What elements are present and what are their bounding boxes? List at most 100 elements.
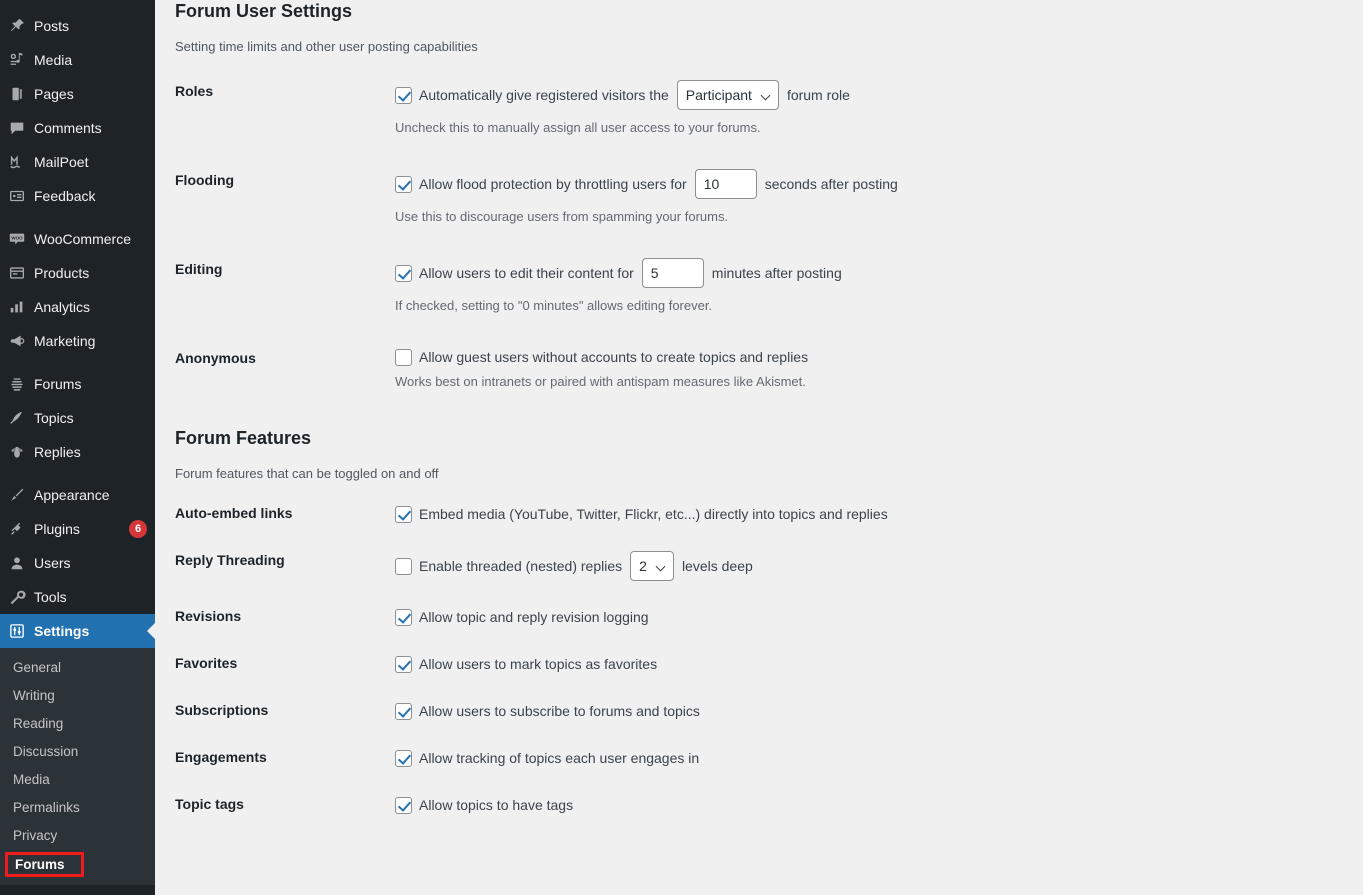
sidebar-group-content: Posts Media Pages Comments MailPoet Feed… [0, 9, 155, 213]
sidebar-item-label: Forums [34, 376, 82, 392]
setting-row-editing: Editing Allow users to edit their conten… [175, 242, 1355, 331]
plug-icon [0, 520, 34, 538]
forum-features-title: Forum Features [175, 428, 312, 448]
flooding-checkbox[interactable] [395, 175, 412, 193]
autoembed-label: Auto-embed links [175, 505, 293, 521]
favorites-label: Favorites [175, 655, 238, 671]
sidebar-item-label: Comments [34, 120, 102, 136]
sidebar-item-forums[interactable]: Forums [0, 367, 155, 401]
sidebar-item-label: Pages [34, 86, 74, 102]
settings-content: Forum User Settings Setting time limits … [155, 0, 1363, 895]
sidebar-item-comments[interactable]: Comments [0, 111, 155, 145]
wrench-icon [0, 588, 34, 606]
flooding-text-after: seconds after posting [764, 175, 898, 192]
quill-icon [0, 409, 34, 427]
sidebar-item-label: Appearance [34, 487, 110, 503]
sidebar-item-settings[interactable]: Settings [0, 614, 155, 648]
threading-levels-value: 2 [639, 557, 647, 574]
svg-text:WOO: WOO [11, 235, 23, 240]
editing-controls: Allow users to edit their content for 5 … [395, 242, 1355, 331]
editing-text-before: Allow users to edit their content for [419, 264, 634, 281]
beehive-icon [0, 375, 34, 393]
admin-sidebar: Posts Media Pages Comments MailPoet Feed… [0, 0, 155, 895]
sidebar-item-label: Replies [34, 444, 81, 460]
flooding-text-before: Allow flood protection by throttling use… [419, 175, 687, 192]
sidebar-item-analytics[interactable]: Analytics [0, 290, 155, 324]
sidebar-item-topics[interactable]: Topics [0, 401, 155, 435]
anonymous-checkbox[interactable] [395, 349, 412, 366]
sidebar-item-plugins[interactable]: Plugins 6 [0, 512, 155, 546]
sidebar-item-pages[interactable]: Pages [0, 77, 155, 111]
sidebar-item-tools[interactable]: Tools [0, 580, 155, 614]
comments-icon [0, 119, 34, 137]
revisions-text: Allow topic and reply revision logging [419, 609, 649, 625]
editing-minutes-input[interactable]: 5 [641, 258, 704, 288]
autoembed-checkbox[interactable] [395, 506, 412, 523]
sidebar-item-users[interactable]: Users [0, 546, 155, 580]
threading-levels-select[interactable]: 2 [630, 551, 674, 581]
submenu-item-general[interactable]: General [0, 654, 155, 682]
sidebar-item-marketing[interactable]: Marketing [0, 324, 155, 358]
sidebar-item-label: Marketing [34, 333, 96, 349]
editing-label: Editing [175, 261, 223, 277]
revisions-checkbox[interactable] [395, 609, 412, 626]
roles-select[interactable]: Participant [676, 80, 779, 110]
submenu-item-discussion[interactable]: Discussion [0, 738, 155, 766]
sidebar-item-replies[interactable]: Replies [0, 435, 155, 469]
favorites-checkbox[interactable] [395, 656, 412, 673]
submenu-item-forums[interactable]: Forums [5, 852, 84, 877]
forum-user-settings-table: Roles Automatically give registered visi… [175, 64, 1355, 407]
subscriptions-label: Subscriptions [175, 702, 269, 718]
engagements-text: Allow tracking of topics each user engag… [419, 750, 700, 766]
threading-checkbox[interactable] [395, 557, 412, 575]
sidebar-item-label: Users [34, 555, 71, 571]
sidebar-item-media[interactable]: Media [0, 43, 155, 77]
autoembed-controls: Embed media (YouTube, Twitter, Flickr, e… [395, 491, 1355, 538]
flooding-helper: Use this to discourage users from spammi… [395, 209, 729, 224]
sidebar-item-woocommerce[interactable]: WOO WooCommerce [0, 222, 155, 256]
setting-row-threading: Reply Threading Enable threaded (nested)… [175, 538, 1355, 594]
sidebar-item-label: MailPoet [34, 154, 89, 170]
anonymous-text: Allow guest users without accounts to cr… [419, 349, 809, 365]
sliders-icon [0, 622, 34, 640]
editing-checkbox[interactable] [395, 264, 412, 282]
sidebar-separator [0, 469, 155, 478]
subscriptions-checkbox[interactable] [395, 703, 412, 720]
feedback-icon [0, 187, 34, 205]
roles-checkbox[interactable] [395, 86, 412, 104]
analytics-icon [0, 298, 34, 316]
sidebar-item-appearance[interactable]: Appearance [0, 478, 155, 512]
submenu-item-reading[interactable]: Reading [0, 710, 155, 738]
submenu-item-permalinks[interactable]: Permalinks [0, 794, 155, 822]
revisions-controls: Allow topic and reply revision logging [395, 594, 1355, 641]
sidebar-item-mailpoet[interactable]: MailPoet [0, 145, 155, 179]
editing-text-after: minutes after posting [711, 264, 842, 281]
sidebar-item-products[interactable]: Products [0, 256, 155, 290]
sidebar-item-posts[interactable]: Posts [0, 9, 155, 43]
woocommerce-icon: WOO [0, 230, 34, 248]
sidebar-item-label: Topics [34, 410, 74, 426]
bee-icon [0, 443, 34, 461]
sidebar-group-woocommerce: WOO WooCommerce Products Analytics Marke… [0, 222, 155, 358]
sidebar-top-spacer [0, 0, 155, 9]
topictags-checkbox[interactable] [395, 797, 412, 814]
mailpoet-icon [0, 153, 34, 171]
forum-features-description: Forum features that can be toggled on an… [175, 466, 439, 481]
sidebar-item-label: Tools [34, 589, 67, 605]
submenu-item-privacy[interactable]: Privacy [0, 822, 155, 850]
paintbrush-icon [0, 486, 34, 504]
subscriptions-controls: Allow users to subscribe to forums and t… [395, 688, 1355, 735]
engagements-checkbox[interactable] [395, 750, 412, 767]
subscriptions-text: Allow users to subscribe to forums and t… [419, 703, 700, 719]
submenu-item-writing[interactable]: Writing [0, 682, 155, 710]
topictags-controls: Allow topics to have tags [395, 782, 1355, 829]
anonymous-helper: Works best on intranets or paired with a… [395, 374, 806, 389]
submenu-item-forums-wrapper: Forums [0, 850, 155, 877]
revisions-label: Revisions [175, 608, 242, 624]
sidebar-item-feedback[interactable]: Feedback [0, 179, 155, 213]
submenu-item-media[interactable]: Media [0, 766, 155, 794]
flooding-seconds-input[interactable]: 10 [694, 169, 757, 199]
chevron-down-icon [657, 563, 665, 571]
anonymous-controls: Allow guest users without accounts to cr… [395, 331, 1355, 407]
setting-row-engagements: Engagements Allow tracking of topics eac… [175, 735, 1355, 782]
